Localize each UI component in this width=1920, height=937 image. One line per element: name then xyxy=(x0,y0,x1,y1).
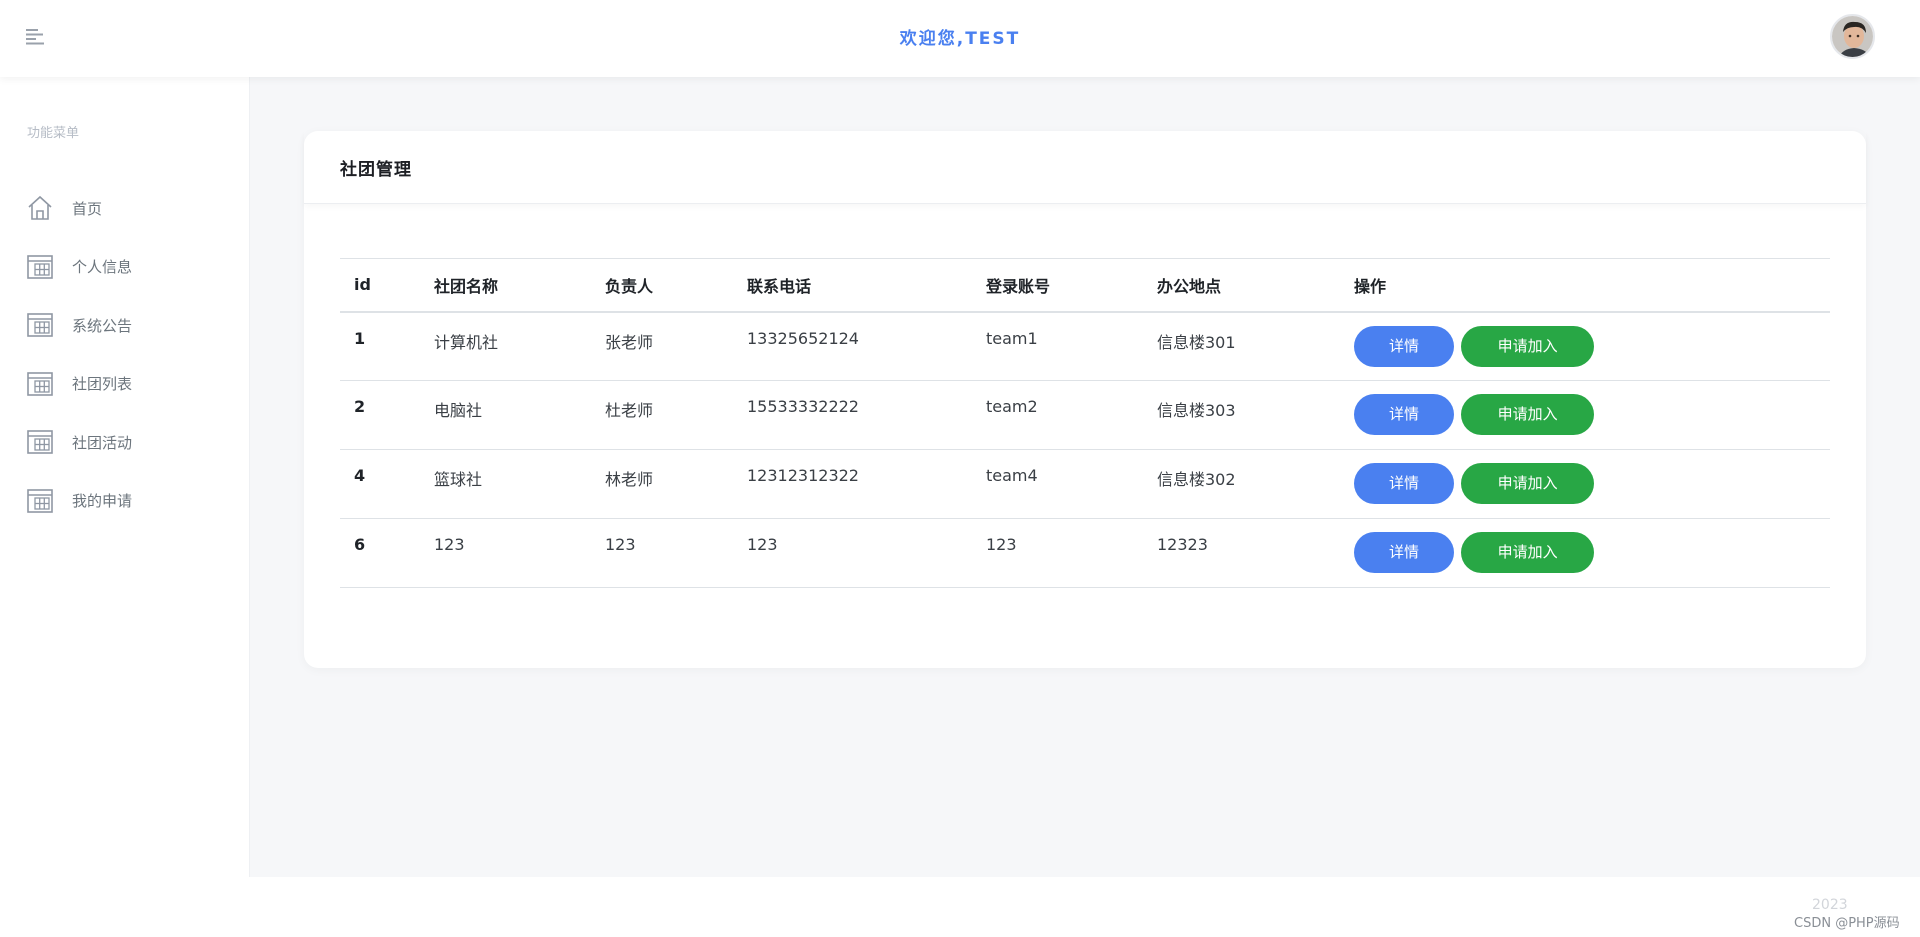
cell-actions: 详情 申请加入 xyxy=(1340,449,1830,519)
sidebar-item-club-activities[interactable]: 社团活动 xyxy=(0,413,250,472)
cell-actions: 详情 申请加入 xyxy=(1340,380,1830,450)
calendar-icon xyxy=(27,371,53,396)
column-header-account: 登录账号 xyxy=(972,258,1143,313)
calendar-icon xyxy=(27,488,53,513)
cell-phone: 123 xyxy=(733,518,972,588)
home-icon xyxy=(28,196,52,221)
cell-actions: 详情 申请加入 xyxy=(1340,518,1830,588)
cell-account: team1 xyxy=(972,311,1143,381)
apply-join-button[interactable]: 申请加入 xyxy=(1461,532,1595,573)
sidebar-item-profile[interactable]: 个人信息 xyxy=(0,238,250,297)
sidebar-item-label: 社团列表 xyxy=(72,375,133,394)
footer-credit: CSDN @PHP源码 xyxy=(1794,916,1900,931)
cell-id: 1 xyxy=(340,311,420,381)
sidebar-item-label: 我的申请 xyxy=(72,492,133,511)
cell-actions: 详情 申请加入 xyxy=(1340,311,1830,381)
cell-office: 信息楼302 xyxy=(1143,449,1340,519)
column-header-id: id xyxy=(340,258,420,313)
page-title: 社团管理 xyxy=(340,159,412,180)
table-header-row: id 社团名称 负责人 联系电话 登录账号 办公地点 操作 xyxy=(340,258,1830,313)
welcome-prefix: 欢迎您, xyxy=(899,29,966,49)
sidebar-item-label: 个人信息 xyxy=(72,258,133,277)
avatar-portrait-icon xyxy=(1832,16,1873,57)
column-header-office: 办公地点 xyxy=(1143,258,1340,313)
apply-join-button[interactable]: 申请加入 xyxy=(1461,325,1595,367)
detail-button[interactable]: 详情 xyxy=(1354,463,1454,504)
cell-phone: 15533332222 xyxy=(733,380,972,450)
cell-phone: 12312312322 xyxy=(733,449,972,519)
footer-year: 2023 xyxy=(1812,897,1848,913)
table-row: 6 123 123 123 123 12323 详情 申请加入 xyxy=(340,518,1830,588)
cell-name: 篮球社 xyxy=(420,449,591,519)
user-avatar[interactable] xyxy=(1830,14,1875,59)
top-bar: 欢迎您,TEST xyxy=(0,0,1920,77)
sidebar-item-label: 系统公告 xyxy=(72,316,133,335)
cell-account: team2 xyxy=(972,380,1143,450)
column-header-name: 社团名称 xyxy=(420,258,591,313)
sidebar-item-my-applications[interactable]: 我的申请 xyxy=(0,472,250,531)
sidebar-item-label: 社团活动 xyxy=(72,433,133,452)
sidebar-nav: 首页 个人信息 系统公告 社团列表 社团活动 我的申请 xyxy=(0,179,250,530)
detail-button[interactable]: 详情 xyxy=(1354,394,1454,435)
cell-id: 6 xyxy=(340,518,420,588)
club-table-wrapper: id 社团名称 负责人 联系电话 登录账号 办公地点 操作 1 计算机社 张老师… xyxy=(340,258,1830,588)
sidebar-item-label: 首页 xyxy=(72,199,103,218)
cell-office: 信息楼301 xyxy=(1143,311,1340,381)
cell-name: 计算机社 xyxy=(420,311,591,381)
cell-id: 2 xyxy=(340,380,420,450)
calendar-icon xyxy=(27,313,53,338)
sidebar-heading: 功能菜单 xyxy=(27,126,80,141)
table-row: 2 电脑社 杜老师 15533332222 team2 信息楼303 详情 申请… xyxy=(340,380,1830,450)
cell-leader: 杜老师 xyxy=(591,380,733,450)
cell-phone: 13325652124 xyxy=(733,311,972,381)
club-table: id 社团名称 负责人 联系电话 登录账号 办公地点 操作 1 计算机社 张老师… xyxy=(340,258,1830,588)
cell-leader: 123 xyxy=(591,518,733,588)
welcome-message: 欢迎您,TEST xyxy=(0,24,1920,49)
cell-account: team4 xyxy=(972,449,1143,519)
table-row: 1 计算机社 张老师 13325652124 team1 信息楼301 详情 申… xyxy=(340,311,1830,381)
cell-leader: 林老师 xyxy=(591,449,733,519)
table-row: 4 篮球社 林老师 12312312322 team4 信息楼302 详情 申请… xyxy=(340,449,1830,519)
calendar-icon xyxy=(27,430,53,455)
cell-account: 123 xyxy=(972,518,1143,588)
cell-id: 4 xyxy=(340,449,420,519)
welcome-username: TEST xyxy=(965,29,1021,49)
cell-name: 123 xyxy=(420,518,591,588)
sidebar-item-club-list[interactable]: 社团列表 xyxy=(0,355,250,414)
apply-join-button[interactable]: 申请加入 xyxy=(1461,463,1595,504)
apply-join-button[interactable]: 申请加入 xyxy=(1461,394,1595,435)
cell-office: 12323 xyxy=(1143,518,1340,588)
sidebar-item-home[interactable]: 首页 xyxy=(0,179,250,238)
detail-button[interactable]: 详情 xyxy=(1354,532,1454,573)
column-header-leader: 负责人 xyxy=(591,258,733,313)
cell-name: 电脑社 xyxy=(420,380,591,450)
sidebar-item-announcements[interactable]: 系统公告 xyxy=(0,296,250,355)
calendar-icon xyxy=(27,254,53,279)
detail-button[interactable]: 详情 xyxy=(1354,325,1454,367)
card-header: 社团管理 xyxy=(304,131,1866,204)
cell-leader: 张老师 xyxy=(591,311,733,381)
column-header-actions: 操作 xyxy=(1340,258,1830,313)
club-management-card: 社团管理 id 社团名称 负责人 联系电话 登录账号 办公地点 操作 1 计算机… xyxy=(304,131,1866,668)
column-header-phone: 联系电话 xyxy=(733,258,972,313)
cell-office: 信息楼303 xyxy=(1143,380,1340,450)
sidebar: 功能菜单 首页 个人信息 系统公告 社团列表 社团活动 我的申请 xyxy=(0,77,250,877)
